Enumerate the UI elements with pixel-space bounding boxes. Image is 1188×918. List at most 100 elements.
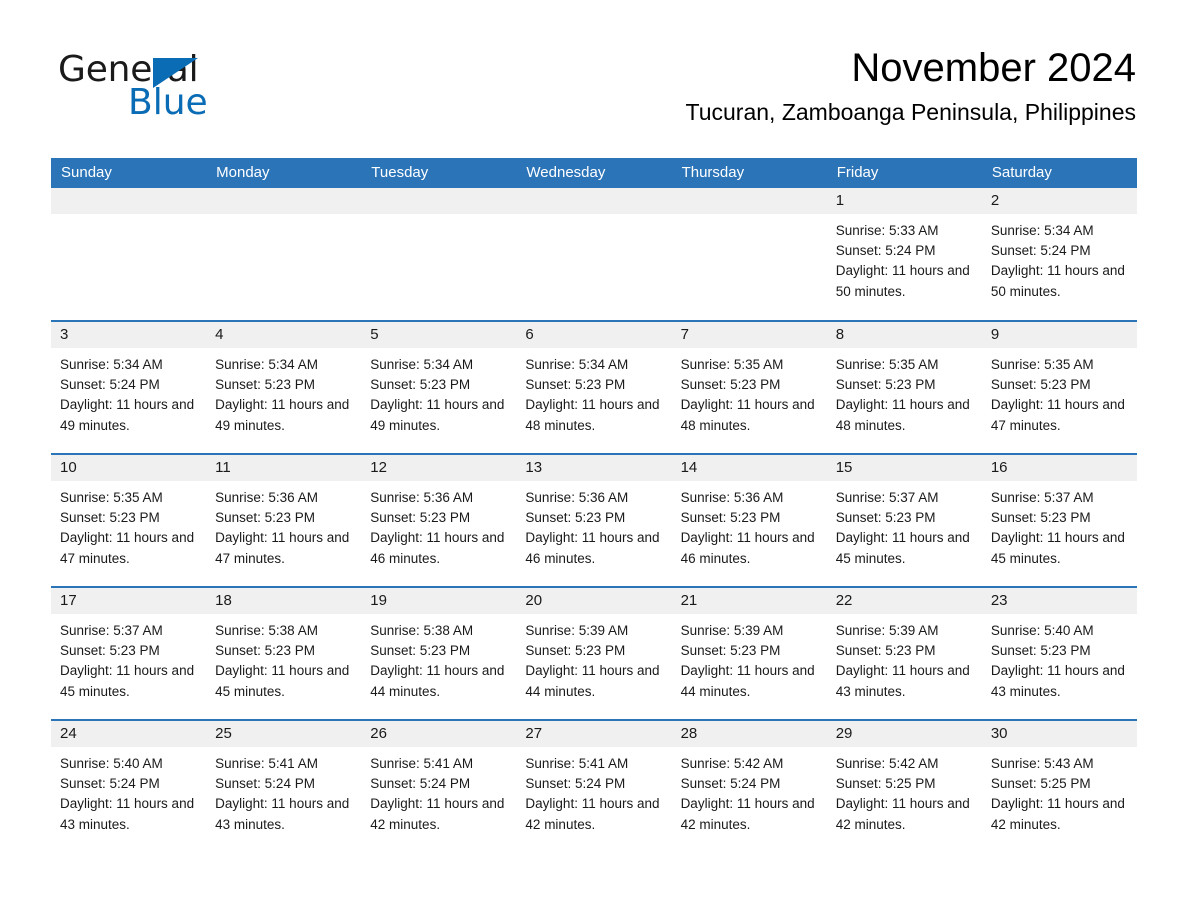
daylight-text: Daylight: 11 hours and 49 minutes.: [215, 397, 350, 433]
day-details: Sunrise: 5:35 AM Sunset: 5:23 PM Daylight:…: [672, 348, 827, 436]
calendar-day-cell[interactable]: 12 Sunrise: 5:36 AM Sunset: 5:23 PM Dayligh…: [361, 453, 517, 587]
day-number: 20: [525, 592, 543, 609]
calendar-day-cell[interactable]: 21 Sunrise: 5:39 AM Sunset: 5:23 PM Dayligh…: [671, 586, 827, 720]
day-number-band: 19: [361, 588, 517, 614]
day-number-band: 20: [516, 588, 672, 614]
calendar-day-cell[interactable]: 1 Sunrise: 5:33 AM Sunset: 5:24 PM Daylight…: [826, 188, 982, 321]
sunrise-text: Sunrise: 5:36 AM: [525, 490, 629, 505]
sunset-text: Sunset: 5:23 PM: [60, 643, 160, 659]
day-number: 22: [835, 592, 853, 609]
sunset-text: Sunset: 5:23 PM: [370, 643, 471, 659]
calendar-day-cell[interactable]: 24 Sunrise: 5:40 AM Sunset: 5:24 PM Dayligh…: [51, 719, 207, 853]
day-number: 21: [680, 592, 698, 609]
sunrise-text: Sunrise: 5:34 AM: [215, 357, 318, 372]
day-details: [361, 214, 516, 221]
weekday-header-friday: Friday: [826, 158, 982, 188]
calendar-day-cell[interactable]: 18 Sunrise: 5:38 AM Sunset: 5:23 PM Dayligh…: [206, 586, 362, 720]
calendar-day-cell[interactable]: 6 Sunrise: 5:34 AM Sunset: 5:23 PM Daylight…: [516, 320, 672, 454]
day-number: 19: [370, 592, 387, 609]
calendar-day-cell[interactable]: 16 Sunrise: 5:37 AM Sunset: 5:23 PM Dayligh…: [981, 453, 1137, 587]
sunrise-text: Sunrise: 5:43 AM: [990, 756, 1094, 771]
calendar-day-cell[interactable]: 11 Sunrise: 5:36 AM Sunset: 5:23 PM Dayligh…: [206, 453, 362, 587]
calendar-week-row: 3 Sunrise: 5:34 AM Sunset: 5:24 PM Daylight…: [51, 320, 1137, 454]
daylight-text: Daylight: 11 hours and 43 minutes.: [215, 796, 350, 832]
day-details: Sunrise: 5:37 AM Sunset: 5:23 PM Daylight:…: [827, 481, 982, 569]
day-details: Sunrise: 5:36 AM Sunset: 5:23 PM Daylight:…: [672, 481, 827, 569]
day-details: [516, 214, 671, 221]
daylight-text: Daylight: 11 hours and 49 minutes.: [370, 397, 505, 433]
daylight-text: Daylight: 11 hours and 48 minutes.: [680, 397, 815, 433]
calendar-day-cell[interactable]: 28 Sunrise: 5:42 AM Sunset: 5:24 PM Dayligh…: [671, 719, 827, 853]
daylight-text: Daylight: 11 hours and 42 minutes.: [370, 796, 505, 832]
daylight-text: Daylight: 11 hours and 42 minutes.: [525, 796, 660, 832]
calendar-day-cell[interactable]: 22 Sunrise: 5:39 AM Sunset: 5:23 PM Dayligh…: [826, 586, 982, 720]
day-number: 12: [370, 459, 387, 476]
calendar-day-cell[interactable]: 20 Sunrise: 5:39 AM Sunset: 5:23 PM Dayligh…: [516, 586, 672, 720]
calendar-day-cell[interactable]: 14 Sunrise: 5:36 AM Sunset: 5:23 PM Dayligh…: [671, 453, 827, 587]
calendar-day-cell[interactable]: 19 Sunrise: 5:38 AM Sunset: 5:23 PM Dayligh…: [361, 586, 517, 720]
calendar-day-cell[interactable]: 8 Sunrise: 5:35 AM Sunset: 5:23 PM Daylight…: [826, 320, 982, 454]
sunset-text: Sunset: 5:24 PM: [680, 776, 781, 792]
daylight-text: Daylight: 11 hours and 47 minutes.: [990, 397, 1125, 433]
generalblue-logo[interactable]: General Blue: [58, 52, 238, 124]
calendar-body: 1 Sunrise: 5:33 AM Sunset: 5:24 PM Daylight…: [51, 188, 1137, 853]
day-number: 24: [60, 725, 77, 742]
sunset-text: Sunset: 5:24 PM: [215, 776, 315, 792]
daylight-text: Daylight: 11 hours and 48 minutes.: [835, 397, 970, 433]
sunset-text: Sunset: 5:23 PM: [990, 643, 1091, 659]
weekday-header-wednesday: Wednesday: [516, 158, 672, 188]
calendar-day-cell[interactable]: 3 Sunrise: 5:34 AM Sunset: 5:24 PM Daylight…: [51, 320, 207, 454]
daylight-text: Daylight: 11 hours and 45 minutes.: [835, 530, 970, 566]
calendar-day-cell[interactable]: 26 Sunrise: 5:41 AM Sunset: 5:24 PM Dayligh…: [361, 719, 517, 853]
calendar-day-cell[interactable]: 9 Sunrise: 5:35 AM Sunset: 5:23 PM Daylight…: [981, 320, 1137, 454]
day-number-band: 2: [981, 188, 1137, 214]
calendar-day-cell[interactable]: 2 Sunrise: 5:34 AM Sunset: 5:24 PM Daylight…: [981, 188, 1137, 321]
calendar-day-cell[interactable]: 7 Sunrise: 5:35 AM Sunset: 5:23 PM Daylight…: [671, 320, 827, 454]
calendar-day-cell[interactable]: 23 Sunrise: 5:40 AM Sunset: 5:23 PM Dayligh…: [981, 586, 1137, 720]
calendar-day-cell[interactable]: 13 Sunrise: 5:36 AM Sunset: 5:23 PM Dayligh…: [516, 453, 672, 587]
day-number: 14: [680, 459, 698, 476]
sunrise-text: Sunrise: 5:34 AM: [370, 357, 474, 372]
calendar-day-cell[interactable]: 27 Sunrise: 5:41 AM Sunset: 5:24 PM Dayligh…: [516, 719, 672, 853]
day-details: Sunrise: 5:43 AM Sunset: 5:25 PM Daylight:…: [982, 747, 1137, 835]
day-number-band: 1: [826, 188, 982, 214]
sunset-text: Sunset: 5:23 PM: [990, 377, 1091, 393]
sunrise-text: Sunrise: 5:42 AM: [835, 756, 939, 771]
calendar-week-row: 17 Sunrise: 5:37 AM Sunset: 5:23 PM Dayligh…: [51, 586, 1137, 720]
calendar-day-cell[interactable]: 5 Sunrise: 5:34 AM Sunset: 5:23 PM Daylight…: [361, 320, 517, 454]
calendar-day-cell[interactable]: 10 Sunrise: 5:35 AM Sunset: 5:23 PM Dayligh…: [51, 453, 207, 587]
daylight-text: Daylight: 11 hours and 42 minutes.: [835, 796, 970, 832]
day-number-band: 28: [671, 721, 827, 747]
weekday-header-row: Sunday Monday Tuesday Wednesday Thursday Frid…: [51, 158, 1137, 188]
sunset-text: Sunset: 5:23 PM: [680, 510, 781, 526]
calendar-day-cell[interactable]: 4 Sunrise: 5:34 AM Sunset: 5:23 PM Daylight…: [206, 320, 362, 454]
calendar-grid: Sunday Monday Tuesday Wednesday Thursday Frid…: [51, 158, 1137, 853]
sunrise-text: Sunrise: 5:34 AM: [60, 357, 163, 372]
daylight-text: Daylight: 11 hours and 45 minutes.: [215, 663, 350, 699]
day-details: Sunrise: 5:42 AM Sunset: 5:24 PM Daylight:…: [672, 747, 827, 835]
sunset-text: Sunset: 5:23 PM: [835, 643, 936, 659]
sunset-text: Sunset: 5:23 PM: [525, 377, 626, 393]
calendar-day-cell[interactable]: 29 Sunrise: 5:42 AM Sunset: 5:25 PM Dayligh…: [826, 719, 982, 853]
day-number-band: 21: [671, 588, 827, 614]
calendar-day-cell[interactable]: 15 Sunrise: 5:37 AM Sunset: 5:23 PM Dayligh…: [826, 453, 982, 587]
daylight-text: Daylight: 11 hours and 43 minutes.: [835, 663, 970, 699]
daylight-text: Daylight: 11 hours and 47 minutes.: [60, 530, 195, 566]
day-details: Sunrise: 5:34 AM Sunset: 5:23 PM Daylight:…: [516, 348, 671, 436]
daylight-text: Daylight: 11 hours and 44 minutes.: [680, 663, 815, 699]
sunrise-text: Sunrise: 5:34 AM: [990, 223, 1094, 238]
day-details: Sunrise: 5:33 AM Sunset: 5:24 PM Daylight:…: [827, 214, 982, 302]
calendar-day-cell[interactable]: 30 Sunrise: 5:43 AM Sunset: 5:25 PM Dayligh…: [981, 719, 1137, 853]
daylight-text: Daylight: 11 hours and 45 minutes.: [990, 530, 1125, 566]
day-number: 5: [370, 326, 379, 343]
day-number: 27: [525, 725, 543, 742]
sunset-text: Sunset: 5:23 PM: [215, 377, 315, 393]
day-details: Sunrise: 5:36 AM Sunset: 5:23 PM Daylight:…: [361, 481, 516, 569]
calendar-table: Sunday Monday Tuesday Wednesday Thursday Frid…: [51, 158, 1137, 853]
day-number-band: 4: [206, 322, 362, 348]
day-number-band: 25: [206, 721, 362, 747]
sunrise-text: Sunrise: 5:41 AM: [215, 756, 318, 771]
day-number-band: 5: [361, 322, 517, 348]
calendar-day-cell[interactable]: 17 Sunrise: 5:37 AM Sunset: 5:23 PM Dayligh…: [51, 586, 207, 720]
calendar-day-cell[interactable]: 25 Sunrise: 5:41 AM Sunset: 5:24 PM Dayligh…: [206, 719, 362, 853]
